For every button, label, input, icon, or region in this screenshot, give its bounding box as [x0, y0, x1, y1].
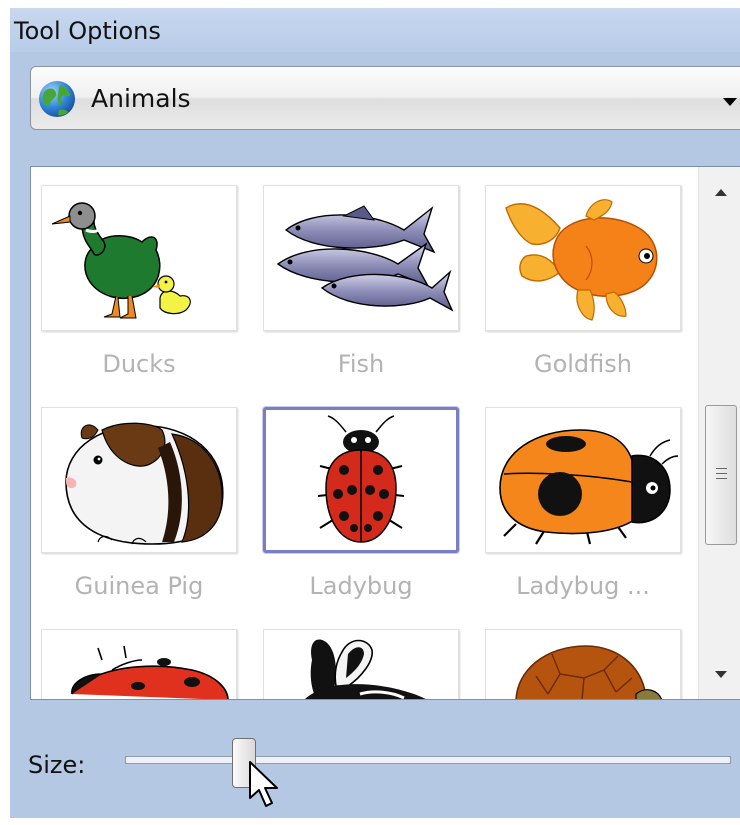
chevron-down-icon — [723, 98, 737, 106]
gallery-item-ladybug-red[interactable] — [41, 629, 237, 699]
gallery-scrollbar[interactable] — [698, 167, 740, 699]
gallery-item-label: Ladybug — [309, 572, 413, 600]
scroll-down-icon[interactable] — [715, 671, 727, 678]
gallery-item-ladybug[interactable] — [263, 407, 459, 553]
size-label: Size: — [28, 751, 86, 779]
scroll-up-icon[interactable] — [715, 189, 727, 196]
ducks-image — [51, 202, 191, 319]
gallery-item-label: Ladybug ... — [516, 572, 650, 600]
guinea-pig-image — [65, 422, 224, 545]
ladybug-red-image — [71, 645, 229, 699]
tortoise-image — [515, 645, 663, 699]
gallery-item-rabbit[interactable] — [263, 629, 459, 699]
gallery-item-label: Goldfish — [533, 350, 632, 378]
panel-title-bar: Tool Options — [10, 8, 740, 52]
gallery-item-ladybug-orange[interactable] — [485, 407, 681, 553]
gallery-item-ducks[interactable] — [41, 185, 237, 331]
category-dropdown[interactable]: Animals — [30, 66, 740, 130]
scroll-thumb[interactable] — [705, 405, 737, 545]
globe-icon — [39, 81, 75, 117]
gallery-item-label: Ducks — [102, 350, 176, 378]
panel-title: Tool Options — [14, 17, 161, 45]
tool-options-panel: Tool Options Animals Ducks Fish Goldfish… — [10, 8, 740, 818]
size-slider-track[interactable] — [125, 756, 731, 764]
gallery-item-label: Guinea Pig — [74, 572, 204, 600]
mouse-cursor-icon — [249, 761, 278, 807]
goldfish-image — [505, 199, 658, 321]
gallery-item-goldfish[interactable] — [485, 185, 681, 331]
gallery-item-fish[interactable] — [263, 185, 459, 331]
ladybug-orange-image — [499, 429, 679, 545]
gallery-item-guinea-pig[interactable] — [41, 407, 237, 553]
gallery-item-label: Fish — [337, 350, 385, 378]
rabbit-image — [305, 639, 426, 699]
stamp-gallery: Ducks Fish Goldfish Guinea Pig Ladybug L… — [30, 166, 740, 700]
category-label: Animals — [91, 84, 191, 113]
gallery-item-tortoise[interactable] — [485, 629, 681, 699]
ladybug-image — [317, 415, 405, 543]
fish-image — [276, 205, 454, 312]
